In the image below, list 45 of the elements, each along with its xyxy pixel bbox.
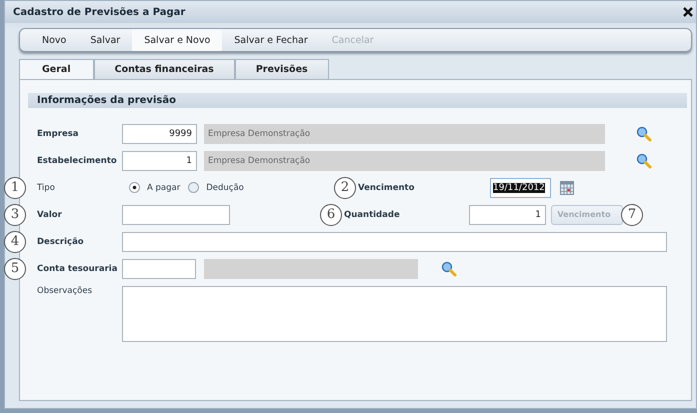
field-label: Observações xyxy=(37,286,92,296)
description-input[interactable] xyxy=(122,232,667,252)
radio-button[interactable] xyxy=(188,182,200,193)
callout-number: 4 xyxy=(4,230,26,252)
window-title: Cadastro de Previsões a Pagar xyxy=(13,6,186,18)
radio-option[interactable]: Dedução xyxy=(188,182,244,193)
field-label: Quantidade xyxy=(344,210,400,220)
callout-number: 2 xyxy=(334,176,356,198)
field-label: Vencimento xyxy=(358,182,414,192)
radio-option[interactable]: A pagar xyxy=(129,182,180,193)
tab[interactable]: Previsões xyxy=(234,59,329,79)
field-label: Descrição xyxy=(37,236,84,246)
callout-number: 7 xyxy=(621,204,643,226)
description-field: Empresa Demonstração xyxy=(204,124,605,144)
tab[interactable]: Geral xyxy=(19,59,94,79)
value-field[interactable] xyxy=(122,204,230,224)
radio-button[interactable] xyxy=(129,182,140,193)
code-field[interactable]: 9999 xyxy=(122,124,197,144)
close-icon[interactable] xyxy=(683,7,693,17)
field-label: Empresa xyxy=(37,128,78,138)
description-field: Empresa Demonstração xyxy=(204,150,605,170)
search-icon[interactable] xyxy=(636,152,652,168)
code-field[interactable]: 1 xyxy=(122,150,197,170)
callout-number: 1 xyxy=(4,176,26,198)
quantity-field[interactable]: 1 xyxy=(469,204,546,224)
search-icon[interactable] xyxy=(636,126,652,142)
radio-label: Dedução xyxy=(206,182,244,192)
field-label: Estabelecimento xyxy=(37,156,117,166)
tab[interactable]: Contas financeiras xyxy=(94,59,235,79)
toolbar-button[interactable]: Salvar e Novo xyxy=(132,29,222,51)
callout-number: 5 xyxy=(4,258,26,280)
field-label: Valor xyxy=(37,210,62,220)
toolbar-button[interactable]: Novo xyxy=(30,29,78,51)
field-label: Tipo xyxy=(37,182,55,192)
toolbar-button[interactable]: Salvar e Fechar xyxy=(222,29,320,51)
field-label: Conta tesouraria xyxy=(37,264,118,274)
radio-label: A pagar xyxy=(147,182,180,192)
section-title: Informações da previsão xyxy=(37,95,176,106)
toolbar-button[interactable]: Salvar xyxy=(78,29,132,51)
account-field[interactable] xyxy=(122,258,196,278)
callout-number: 3 xyxy=(4,204,26,226)
calendar-icon[interactable] xyxy=(560,180,574,194)
date-field[interactable]: 19/11/2012 xyxy=(490,178,551,198)
search-icon[interactable] xyxy=(441,260,457,276)
callout-number: 6 xyxy=(320,204,342,226)
